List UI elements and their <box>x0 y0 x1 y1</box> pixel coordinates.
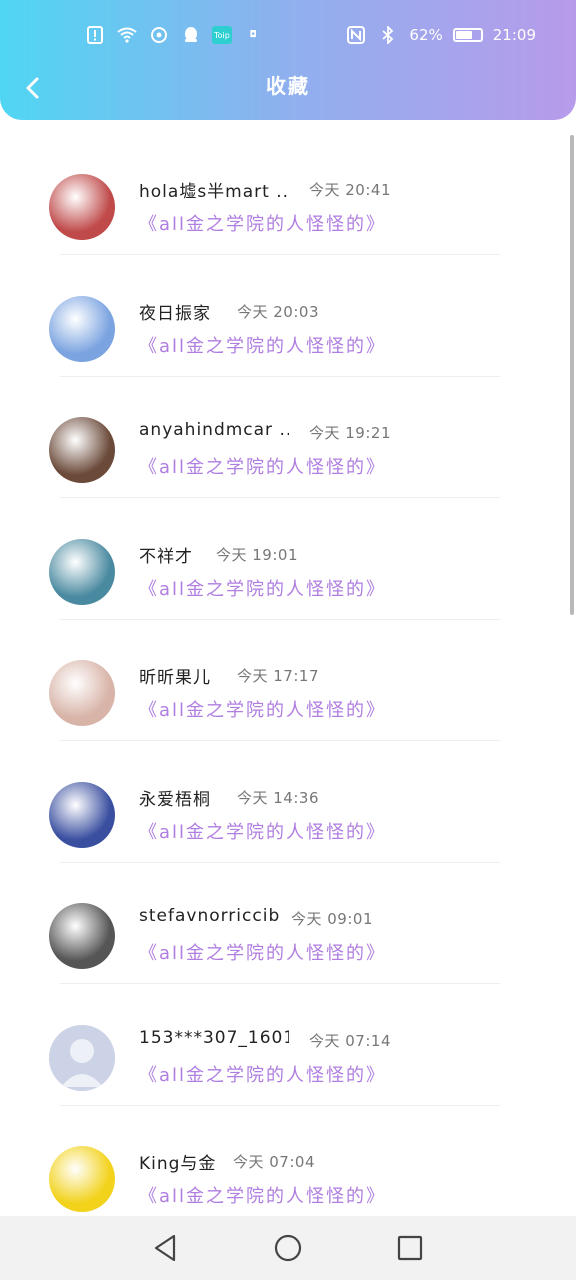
wifi-icon <box>116 24 138 46</box>
list-item[interactable]: stefavnorriccib 今天 09:01 《all金之学院的人怪怪的》 <box>0 863 576 984</box>
qq-icon <box>180 24 202 46</box>
timestamp: 今天 20:03 <box>237 302 319 321</box>
timestamp: 今天 20:41 <box>309 181 391 199</box>
user-name[interactable]: 夜日振家 <box>139 299 211 324</box>
alert-icon <box>84 24 106 46</box>
list-item[interactable]: 昕昕果儿 今天 17:17 《all金之学院的人怪怪的》 <box>0 620 576 741</box>
timestamp: 今天 07:14 <box>309 1031 391 1050</box>
avatar[interactable] <box>49 903 115 969</box>
avatar[interactable] <box>49 1146 115 1212</box>
clock: 21:09 <box>492 26 536 44</box>
small-notification-icon: ◘ <box>249 30 257 40</box>
list-item[interactable]: King与金 今天 07:04 《all金之学院的人怪怪的》 <box>0 1106 576 1227</box>
nav-recents-button[interactable] <box>394 1232 426 1264</box>
avatar[interactable] <box>49 781 115 848</box>
avatar[interactable] <box>49 660 115 726</box>
timestamp: 今天 07:04 <box>233 1153 315 1171</box>
user-name[interactable]: hola墟s半mart ... <box>139 177 289 202</box>
status-right: 62% 21:09 <box>345 24 536 46</box>
favorite-title-link[interactable]: 《all金之学院的人怪怪的》 <box>139 575 386 601</box>
sync-icon <box>148 24 170 46</box>
system-nav-bar <box>0 1216 576 1280</box>
timestamp: 今天 17:17 <box>237 667 319 685</box>
nfc-icon <box>345 24 367 46</box>
list-item[interactable]: 夜日振家 今天 20:03 《all金之学院的人怪怪的》 <box>0 256 576 377</box>
nav-home-button[interactable] <box>272 1232 304 1264</box>
favorite-title-link[interactable]: 《all金之学院的人怪怪的》 <box>139 210 386 236</box>
nav-back-button[interactable] <box>150 1232 182 1264</box>
user-name[interactable]: anyahindmcar ... <box>139 420 289 440</box>
status-left: Toip ◘ <box>84 24 264 46</box>
avatar[interactable] <box>49 174 115 240</box>
list-item[interactable]: hola墟s半mart ... 今天 20:41 《all金之学院的人怪怪的》 <box>0 134 576 255</box>
battery-percent: 62% <box>409 26 443 44</box>
square-recents-icon <box>397 1235 423 1261</box>
scrollbar[interactable] <box>570 135 574 615</box>
user-name[interactable]: King与金 <box>139 1149 216 1174</box>
timestamp: 今天 09:01 <box>291 910 373 928</box>
bluetooth-icon <box>377 24 399 46</box>
favorite-title-link[interactable]: 《all金之学院的人怪怪的》 <box>139 818 386 844</box>
avatar[interactable] <box>49 1024 115 1091</box>
user-name[interactable]: 昕昕果儿 <box>139 663 211 688</box>
user-name[interactable]: stefavnorriccib <box>139 906 280 926</box>
page-title: 收藏 <box>266 74 310 98</box>
user-name[interactable]: 不祥才 <box>139 542 193 567</box>
favorite-title-link[interactable]: 《all金之学院的人怪怪的》 <box>139 1061 386 1087</box>
avatar[interactable] <box>49 295 115 362</box>
list-item[interactable]: 永爱梧桐 今天 14:36 《all金之学院的人怪怪的》 <box>0 742 576 863</box>
battery-icon <box>452 28 483 42</box>
timestamp: 今天 19:21 <box>309 424 391 442</box>
status-bar: Toip ◘ 62% 21:09 <box>0 18 576 54</box>
favorite-title-link[interactable]: 《all金之学院的人怪怪的》 <box>139 696 386 722</box>
timestamp: 今天 14:36 <box>237 788 319 807</box>
avatar[interactable] <box>49 417 115 483</box>
avatar[interactable] <box>49 538 115 605</box>
user-name[interactable]: 永爱梧桐 <box>139 785 211 810</box>
favorite-title-link[interactable]: 《all金之学院的人怪怪的》 <box>139 1182 386 1208</box>
list-item[interactable]: 153***307_16017 ... 今天 07:14 《all金之学院的人怪怪的… <box>0 985 576 1106</box>
app-notification-icon: Toip <box>212 26 232 44</box>
triangle-back-icon <box>154 1234 176 1262</box>
favorite-title-link[interactable]: 《all金之学院的人怪怪的》 <box>139 939 386 965</box>
timestamp: 今天 19:01 <box>216 545 298 564</box>
list-item[interactable]: 不祥才 今天 19:01 《all金之学院的人怪怪的》 <box>0 499 576 620</box>
list-item[interactable]: anyahindmcar ... 今天 19:21 《all金之学院的人怪怪的》 <box>0 377 576 498</box>
favorite-title-link[interactable]: 《all金之学院的人怪怪的》 <box>139 332 386 358</box>
circle-home-icon <box>274 1234 302 1262</box>
favorite-title-link[interactable]: 《all金之学院的人怪怪的》 <box>139 453 386 479</box>
app-header: Toip ◘ 62% 21:09 收藏 <box>0 0 576 120</box>
user-name[interactable]: 153***307_16017 ... <box>139 1028 289 1048</box>
